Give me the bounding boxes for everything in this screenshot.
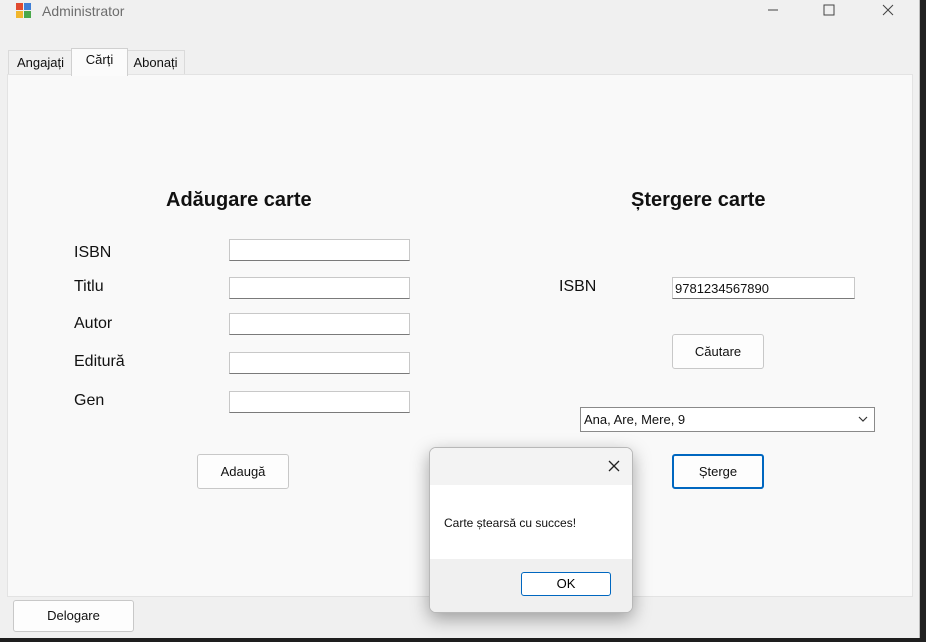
add-book-heading: Adăugare carte (166, 189, 312, 211)
dialog-footer: OK (430, 559, 632, 612)
logout-button[interactable]: Delogare (13, 600, 134, 632)
dialog-message: Carte ștearsă cu succes! (444, 516, 577, 530)
close-window-button[interactable] (865, 0, 911, 24)
window-title: Administrator (42, 3, 125, 19)
minimize-icon (768, 9, 778, 11)
add-genre-input[interactable] (229, 391, 410, 413)
publisher-label: Editură (74, 353, 125, 370)
add-isbn-input[interactable] (229, 239, 410, 261)
isbn-label: ISBN (74, 244, 112, 261)
message-dialog: Carte ștearsă cu succes! OK (429, 447, 633, 613)
maximize-button[interactable] (806, 0, 852, 24)
search-button[interactable]: Căutare (672, 334, 764, 369)
maximize-icon (823, 4, 835, 16)
dropdown-selected-value: Ana, Are, Mere, 9 (584, 412, 686, 427)
app-icon (16, 3, 32, 19)
add-author-input[interactable] (229, 313, 410, 335)
search-result-dropdown[interactable]: Ana, Are, Mere, 9 (580, 407, 875, 432)
delete-isbn-input[interactable]: 9781234567890 (672, 277, 855, 299)
delete-book-heading: Ștergere carte (631, 189, 766, 211)
title-label: Titlu (74, 278, 104, 295)
author-label: Autor (74, 315, 113, 332)
genre-label: Gen (74, 392, 105, 409)
delete-book-button[interactable]: Șterge (672, 454, 764, 489)
dialog-title-bar (430, 448, 632, 485)
tab-abonati[interactable]: Abonați (126, 50, 185, 75)
close-icon (882, 4, 894, 16)
chevron-down-icon (858, 416, 868, 422)
add-book-button[interactable]: Adaugă (197, 454, 289, 489)
delete-isbn-label: ISBN (559, 278, 597, 295)
add-title-input[interactable] (229, 277, 410, 299)
minimize-button[interactable] (750, 0, 796, 24)
tab-angajati[interactable]: Angajați (8, 50, 73, 75)
title-bar: Administrator (0, 0, 919, 24)
ok-button[interactable]: OK (521, 572, 611, 596)
add-publisher-input[interactable] (229, 352, 410, 374)
close-icon[interactable] (606, 458, 622, 474)
background-editor-strip (920, 0, 926, 642)
tab-carti[interactable]: Cărți (71, 48, 128, 76)
